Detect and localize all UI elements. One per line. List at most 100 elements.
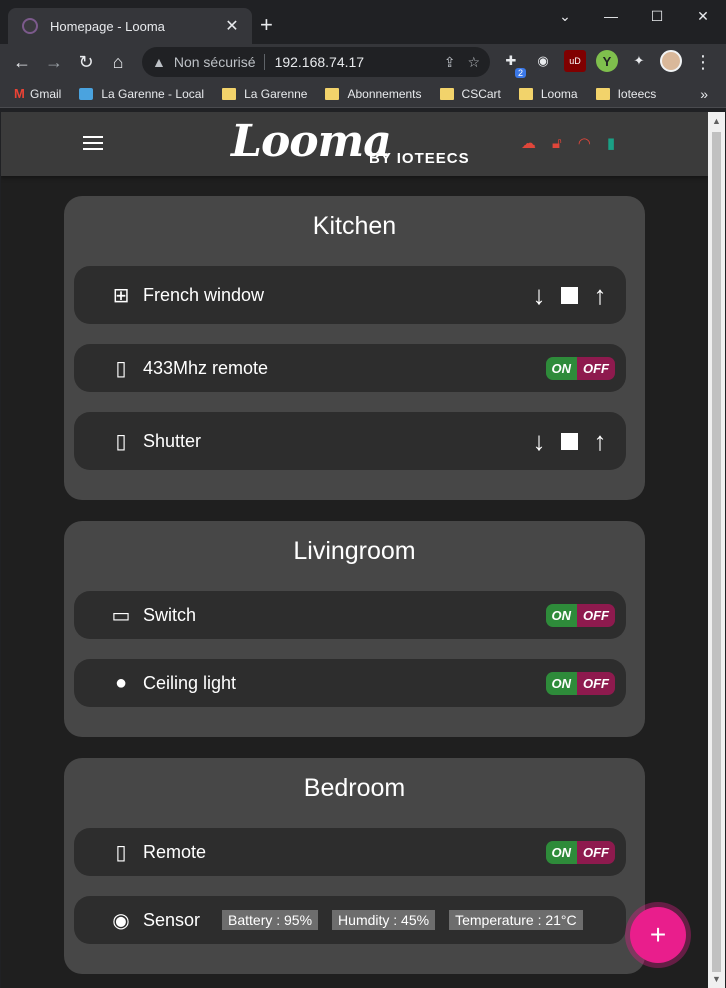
device-name: 433Mhz remote xyxy=(143,357,269,378)
wifi-icon: ◠ xyxy=(577,135,591,152)
temperature-badge: Temperature : 21°C xyxy=(449,910,583,930)
off-button[interactable]: OFF xyxy=(577,671,615,695)
window-controls: ⌄ — ☐ ✕ xyxy=(542,0,726,32)
ublock-icon[interactable]: uD xyxy=(564,50,586,72)
address-bar[interactable]: ▲ Non sécurisé 192.168.74.17 ⇪ ☆ xyxy=(142,47,490,77)
bookmark-abonnements[interactable]: Abonnements xyxy=(325,87,422,101)
scrollbar-thumb[interactable] xyxy=(712,132,721,972)
device-name: Switch xyxy=(143,604,197,625)
room-card-bedroom: Bedroom ▯ Remote ON OFF ◉ Sensor Battery… xyxy=(64,758,645,974)
looma-logo: Looma xyxy=(231,116,392,167)
scroll-down-icon[interactable]: ▼ xyxy=(712,974,721,984)
bookmark-la-garenne-local[interactable]: La Garenne - Local xyxy=(79,87,204,101)
maximize-icon[interactable]: ☐ xyxy=(634,0,680,32)
cloud-icon: ☁ xyxy=(521,135,536,152)
humidity-badge: Humdity : 45% xyxy=(332,910,436,930)
bookmark-label: La Garenne - Local xyxy=(101,86,205,101)
bookmark-label: CSCart xyxy=(461,86,501,101)
forward-icon[interactable]: → xyxy=(38,46,70,78)
folder-icon xyxy=(222,87,237,100)
down-arrow-button[interactable]: ↓ xyxy=(527,282,551,308)
extensions-area: ✚ 2 ◉ uD Y ✦ xyxy=(500,50,682,78)
bookmark-gmail[interactable]: M Gmail xyxy=(14,86,61,101)
y-extension-icon[interactable]: Y xyxy=(596,50,618,72)
page-scrollbar[interactable]: ▲ ▼ xyxy=(708,112,725,988)
status-icons: ☁ 🔓︎ ◠ ▮ xyxy=(521,134,616,153)
security-status[interactable]: Non sécurisé xyxy=(174,54,265,70)
warning-icon[interactable]: ▲ xyxy=(152,54,166,70)
stop-button[interactable] xyxy=(561,432,578,450)
scroll-up-icon[interactable]: ▲ xyxy=(712,116,721,126)
device-row: ▯ Shutter ↓ ↑ xyxy=(74,412,626,470)
bookmark-star-icon[interactable]: ☆ xyxy=(467,54,480,71)
reload-icon[interactable]: ↻ xyxy=(70,46,102,78)
room-title: Kitchen xyxy=(312,212,397,240)
folder-icon xyxy=(325,87,340,100)
camera-icon[interactable]: ◉ xyxy=(532,50,554,72)
up-arrow-button[interactable]: ↑ xyxy=(588,428,612,454)
off-button[interactable]: OFF xyxy=(577,603,615,627)
minimize-icon[interactable]: — xyxy=(588,0,634,32)
menu-kebab-icon[interactable]: ⋮ xyxy=(694,52,712,73)
hamburger-menu-icon[interactable] xyxy=(83,136,103,154)
browser-tab[interactable]: Homepage - Looma ✕ xyxy=(8,8,252,44)
device-name: Ceiling light xyxy=(143,672,237,693)
bookmark-label: La Garenne xyxy=(244,86,308,101)
device-row: ⊞ French window ↓ ↑ xyxy=(74,266,626,324)
bookmark-looma[interactable]: Looma xyxy=(518,86,578,101)
avatar[interactable] xyxy=(660,50,682,72)
off-button[interactable]: OFF xyxy=(577,840,615,864)
new-tab-button[interactable]: + xyxy=(260,14,273,36)
on-button[interactable]: ON xyxy=(545,671,577,695)
folder-icon xyxy=(595,87,610,100)
device-name: Sensor xyxy=(143,909,201,930)
on-button[interactable]: ON xyxy=(545,356,577,380)
device-row: ▭ Switch ON OFF xyxy=(74,591,626,639)
url-text[interactable]: 192.168.74.17 xyxy=(275,54,432,70)
remote-icon: ▯ xyxy=(115,430,127,453)
bookmark-la-garenne[interactable]: La Garenne xyxy=(222,87,307,101)
tab-search-icon[interactable]: ⌄ xyxy=(542,0,588,32)
device-row: ▯ Remote ON OFF xyxy=(74,828,626,876)
extension-badge: 2 xyxy=(514,68,526,78)
up-arrow-button[interactable]: ↑ xyxy=(588,282,612,308)
more-bookmarks-icon[interactable]: » xyxy=(700,86,708,102)
logo-subtitle: BY IOTEECS xyxy=(369,150,470,167)
add-button[interactable]: + xyxy=(630,907,686,963)
device-name: Remote xyxy=(143,841,207,862)
bookmark-label: Ioteecs xyxy=(617,86,657,101)
close-tab-icon[interactable]: ✕ xyxy=(222,16,242,36)
bookmark-ioteecs[interactable]: Ioteecs xyxy=(595,86,657,101)
back-icon[interactable]: ← xyxy=(6,46,38,78)
folder-icon xyxy=(439,87,454,100)
share-icon[interactable]: ⇪ xyxy=(444,54,456,71)
bookmark-label: Looma xyxy=(540,86,578,101)
bookmark-cscart[interactable]: CSCart xyxy=(439,86,501,101)
on-off-toggle: ON OFF xyxy=(545,671,615,695)
bookmarks-bar: M Gmail La Garenne - Local La Garenne Abo… xyxy=(0,80,726,108)
on-off-toggle: ON OFF xyxy=(545,840,615,864)
room-title: Bedroom xyxy=(303,774,406,802)
on-button[interactable]: ON xyxy=(545,603,577,627)
off-button[interactable]: OFF xyxy=(577,356,615,380)
close-window-icon[interactable]: ✕ xyxy=(680,0,726,32)
home-icon[interactable]: ⌂ xyxy=(102,46,134,78)
device-row: ◉ Sensor Battery : 95% Humdity : 45% Tem… xyxy=(74,896,626,944)
remote-icon: ▯ xyxy=(115,841,127,864)
stop-button[interactable] xyxy=(561,286,578,304)
down-arrow-button[interactable]: ↓ xyxy=(527,428,551,454)
device-row: ▯ 433Mhz remote ON OFF xyxy=(74,344,626,392)
signal-icon: ▮ xyxy=(606,135,616,152)
shutter-controls: ↓ ↑ xyxy=(527,282,612,308)
app-header: Looma BY IOTEECS ☁ 🔓︎ ◠ ▮ xyxy=(1,112,708,176)
lock-icon: 🔓︎ xyxy=(552,134,562,152)
tab-title: Homepage - Looma xyxy=(50,18,165,34)
on-button[interactable]: ON xyxy=(545,840,577,864)
bulb-icon: ● xyxy=(114,671,128,694)
on-off-toggle: ON OFF xyxy=(545,356,615,380)
device-name: Shutter xyxy=(143,430,202,451)
puzzle-icon[interactable]: ✦ xyxy=(628,50,650,72)
battery-badge: Battery : 95% xyxy=(222,910,319,930)
extension-icon[interactable]: ✚ 2 xyxy=(500,50,526,78)
page-content: Looma BY IOTEECS ☁ 🔓︎ ◠ ▮ Kitchen ⊞ Fren… xyxy=(1,112,708,988)
